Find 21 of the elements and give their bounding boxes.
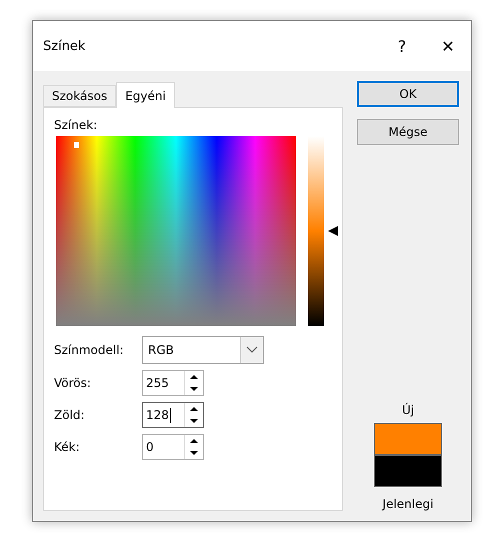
- colors-label: Színek:: [54, 118, 98, 132]
- channel-spinbox[interactable]: 0: [142, 434, 204, 460]
- tab[interactable]: Egyéni: [116, 82, 175, 108]
- color-model-dropdown[interactable]: RGB: [142, 336, 264, 364]
- channel-label: Vörös:: [54, 376, 92, 390]
- help-button[interactable]: ?: [379, 21, 425, 71]
- color-spectrum[interactable]: [56, 136, 296, 326]
- channel-label: Kék:: [54, 440, 81, 454]
- channel-label: Zöld:: [54, 408, 86, 422]
- slider-arrow-icon[interactable]: [328, 226, 338, 236]
- dialog-button[interactable]: OK: [357, 81, 459, 107]
- dialog-button[interactable]: Mégse: [357, 119, 459, 145]
- new-color-label: Új: [402, 403, 414, 417]
- tab[interactable]: Szokásos: [43, 85, 116, 107]
- close-button[interactable]: ✕: [425, 21, 471, 71]
- channel-spinbox[interactable]: 128: [142, 402, 204, 428]
- current-color-label: Jelenlegi: [382, 497, 434, 511]
- window-title: Színek: [43, 38, 86, 54]
- chevron-down-icon: [246, 346, 258, 354]
- color-model-label: Színmodell:: [54, 343, 125, 357]
- channel-spinbox[interactable]: 255: [142, 370, 204, 396]
